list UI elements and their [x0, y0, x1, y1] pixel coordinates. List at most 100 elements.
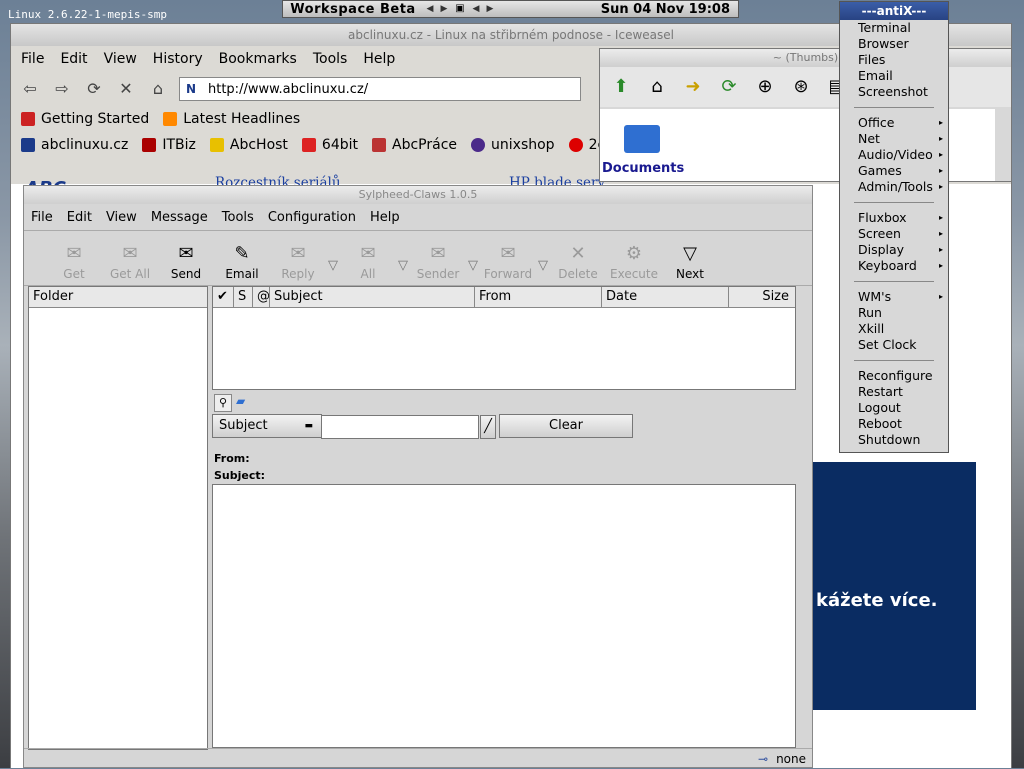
search-history-icon[interactable]: ╱	[480, 415, 496, 439]
reply-button[interactable]: ✉ Reply	[270, 241, 326, 285]
workspace-name[interactable]: Workspace Beta	[283, 2, 423, 17]
execute-button[interactable]: ⚙ Execute	[606, 241, 662, 285]
menu-help[interactable]: Help	[363, 51, 395, 67]
bookmark-unixshop[interactable]: unixshop	[471, 137, 555, 153]
menu-item-set-clock[interactable]: Set Clock	[840, 337, 948, 353]
folder-column-header[interactable]: Folder	[29, 287, 207, 308]
menu-item-logout[interactable]: Logout	[840, 400, 948, 416]
menu-item-net[interactable]: Net ▸	[840, 131, 948, 147]
advertisement-banner[interactable]: kážete více.	[812, 462, 976, 710]
menu-history[interactable]: History	[153, 51, 203, 67]
menu-item-fluxbox[interactable]: Fluxbox ▸	[840, 210, 948, 226]
search-input[interactable]	[321, 415, 479, 439]
menu-item-games[interactable]: Games ▸	[840, 163, 948, 179]
bookmark-abchost[interactable]: AbcHost	[209, 137, 288, 153]
column-from[interactable]: From	[475, 287, 602, 307]
search-icon[interactable]: ⚲	[214, 394, 232, 412]
sender-dropdown-icon[interactable]: ▽	[466, 258, 480, 285]
next-window-icon[interactable]: ▶	[483, 4, 497, 14]
mail-menu-file[interactable]: File	[31, 210, 53, 225]
menu-item-admin-tools[interactable]: Admin/Tools ▸	[840, 179, 948, 195]
delete-button[interactable]: ✕ Delete	[550, 241, 606, 285]
home-icon[interactable]: ⌂	[644, 74, 670, 100]
menu-item-xkill[interactable]: Xkill	[840, 321, 948, 337]
forward-icon[interactable]: ⇨	[51, 78, 73, 100]
column-subject[interactable]: Subject	[270, 287, 475, 307]
menu-item-keyboard[interactable]: Keyboard ▸	[840, 258, 948, 274]
menu-item-screen[interactable]: Screen ▸	[840, 226, 948, 242]
mail-menu-tools[interactable]: Tools	[222, 210, 254, 225]
column-status[interactable]: S	[234, 287, 253, 307]
column-date[interactable]: Date	[602, 287, 729, 307]
bookmark-64bit[interactable]: 64bit	[301, 137, 358, 153]
up-arrow-icon[interactable]: ⬆	[608, 74, 634, 100]
next-workspace-icon[interactable]: ▶	[437, 4, 451, 14]
back-icon[interactable]: ⇦	[19, 78, 41, 100]
menu-view[interactable]: View	[104, 51, 137, 67]
bookmark-getting-started[interactable]: Getting Started	[21, 111, 149, 127]
home-icon[interactable]: ⌂	[147, 78, 169, 100]
mail-menu-edit[interactable]: Edit	[67, 210, 92, 225]
menu-tools[interactable]: Tools	[313, 51, 348, 67]
rss-icon	[163, 112, 178, 126]
clear-button[interactable]: Clear	[499, 414, 633, 438]
menu-item-email[interactable]: Email	[840, 68, 948, 84]
reply-all-button[interactable]: ✉ All	[340, 241, 396, 285]
get-button[interactable]: ✉ Get	[46, 241, 102, 285]
menu-item-audio-video[interactable]: Audio/Video ▸	[840, 147, 948, 163]
menu-item-run[interactable]: Run	[840, 305, 948, 321]
folder-icon[interactable]	[624, 125, 660, 153]
menu-item-screenshot[interactable]: Screenshot	[840, 84, 948, 100]
menu-item-display[interactable]: Display ▸	[840, 242, 948, 258]
message-list[interactable]: ✔ S @ Subject From Date Size	[212, 286, 796, 390]
menu-item-terminal[interactable]: Terminal	[840, 20, 948, 36]
bookmark-itbiz[interactable]: ITBiz	[142, 137, 196, 153]
go-icon[interactable]: ➜	[680, 74, 706, 100]
forward-button[interactable]: ✉ Forward	[480, 241, 536, 285]
folder-tree[interactable]: Folder	[28, 286, 208, 750]
next-button[interactable]: ▽ Next	[662, 241, 718, 285]
mail-menu-view[interactable]: View	[106, 210, 137, 225]
prev-workspace-icon[interactable]: ◀	[423, 4, 437, 14]
message-body-view[interactable]	[212, 484, 796, 748]
menu-item-browser[interactable]: Browser	[840, 36, 948, 52]
bookmark-abclinuxu[interactable]: abclinuxu.cz	[21, 137, 128, 153]
bookmark-abcprace[interactable]: AbcPráce	[372, 137, 457, 153]
send-button[interactable]: ✉ Send	[158, 241, 214, 285]
menu-item-files[interactable]: Files	[840, 52, 948, 68]
reload-icon[interactable]: ⟳	[83, 78, 105, 100]
menu-item-reboot[interactable]: Reboot	[840, 416, 948, 432]
menu-item-restart[interactable]: Restart	[840, 384, 948, 400]
menu-item-shutdown[interactable]: Shutdown	[840, 432, 948, 448]
stop-icon[interactable]: ✕	[115, 78, 137, 100]
menu-item-wms[interactable]: WM's ▸	[840, 289, 948, 305]
get-all-button[interactable]: ✉ Get All	[102, 241, 158, 285]
bookmark-latest-headlines[interactable]: Latest Headlines	[163, 111, 300, 127]
url-bar[interactable]: N http://www.abclinuxu.cz/	[179, 77, 581, 101]
forward-dropdown-icon[interactable]: ▽	[536, 258, 550, 285]
column-size[interactable]: Size	[729, 287, 793, 307]
sender-button[interactable]: ✉ Sender	[410, 241, 466, 285]
check-column-icon[interactable]: ✔	[213, 287, 234, 307]
connection-icon[interactable]: ⊸	[758, 752, 768, 766]
app-icon[interactable]: ▣	[453, 3, 467, 15]
menu-item-office[interactable]: Office ▸	[840, 115, 948, 131]
search-type-select[interactable]: Subject ▬	[212, 414, 322, 438]
zoom-fit-icon[interactable]: ⊛	[788, 74, 814, 100]
mail-menu-configuration[interactable]: Configuration	[268, 210, 356, 225]
mail-menu-help[interactable]: Help	[370, 210, 400, 225]
reply-dropdown-icon[interactable]: ▽	[326, 258, 340, 285]
menu-item-reconfigure[interactable]: Reconfigure	[840, 368, 948, 384]
refresh-icon[interactable]: ⟳	[716, 74, 742, 100]
menu-file[interactable]: File	[21, 51, 44, 67]
folder-label-documents[interactable]: Documents	[602, 161, 684, 176]
zoom-in-icon[interactable]: ⊕	[752, 74, 778, 100]
mail-menu-message[interactable]: Message	[151, 210, 208, 225]
folder-open-icon[interactable]: ▰	[236, 394, 252, 410]
prev-window-icon[interactable]: ◀	[469, 4, 483, 14]
reply-all-dropdown-icon[interactable]: ▽	[396, 258, 410, 285]
attachment-column-icon[interactable]: @	[253, 287, 270, 307]
email-button[interactable]: ✎ Email	[214, 241, 270, 285]
menu-bookmarks[interactable]: Bookmarks	[219, 51, 297, 67]
menu-edit[interactable]: Edit	[60, 51, 87, 67]
